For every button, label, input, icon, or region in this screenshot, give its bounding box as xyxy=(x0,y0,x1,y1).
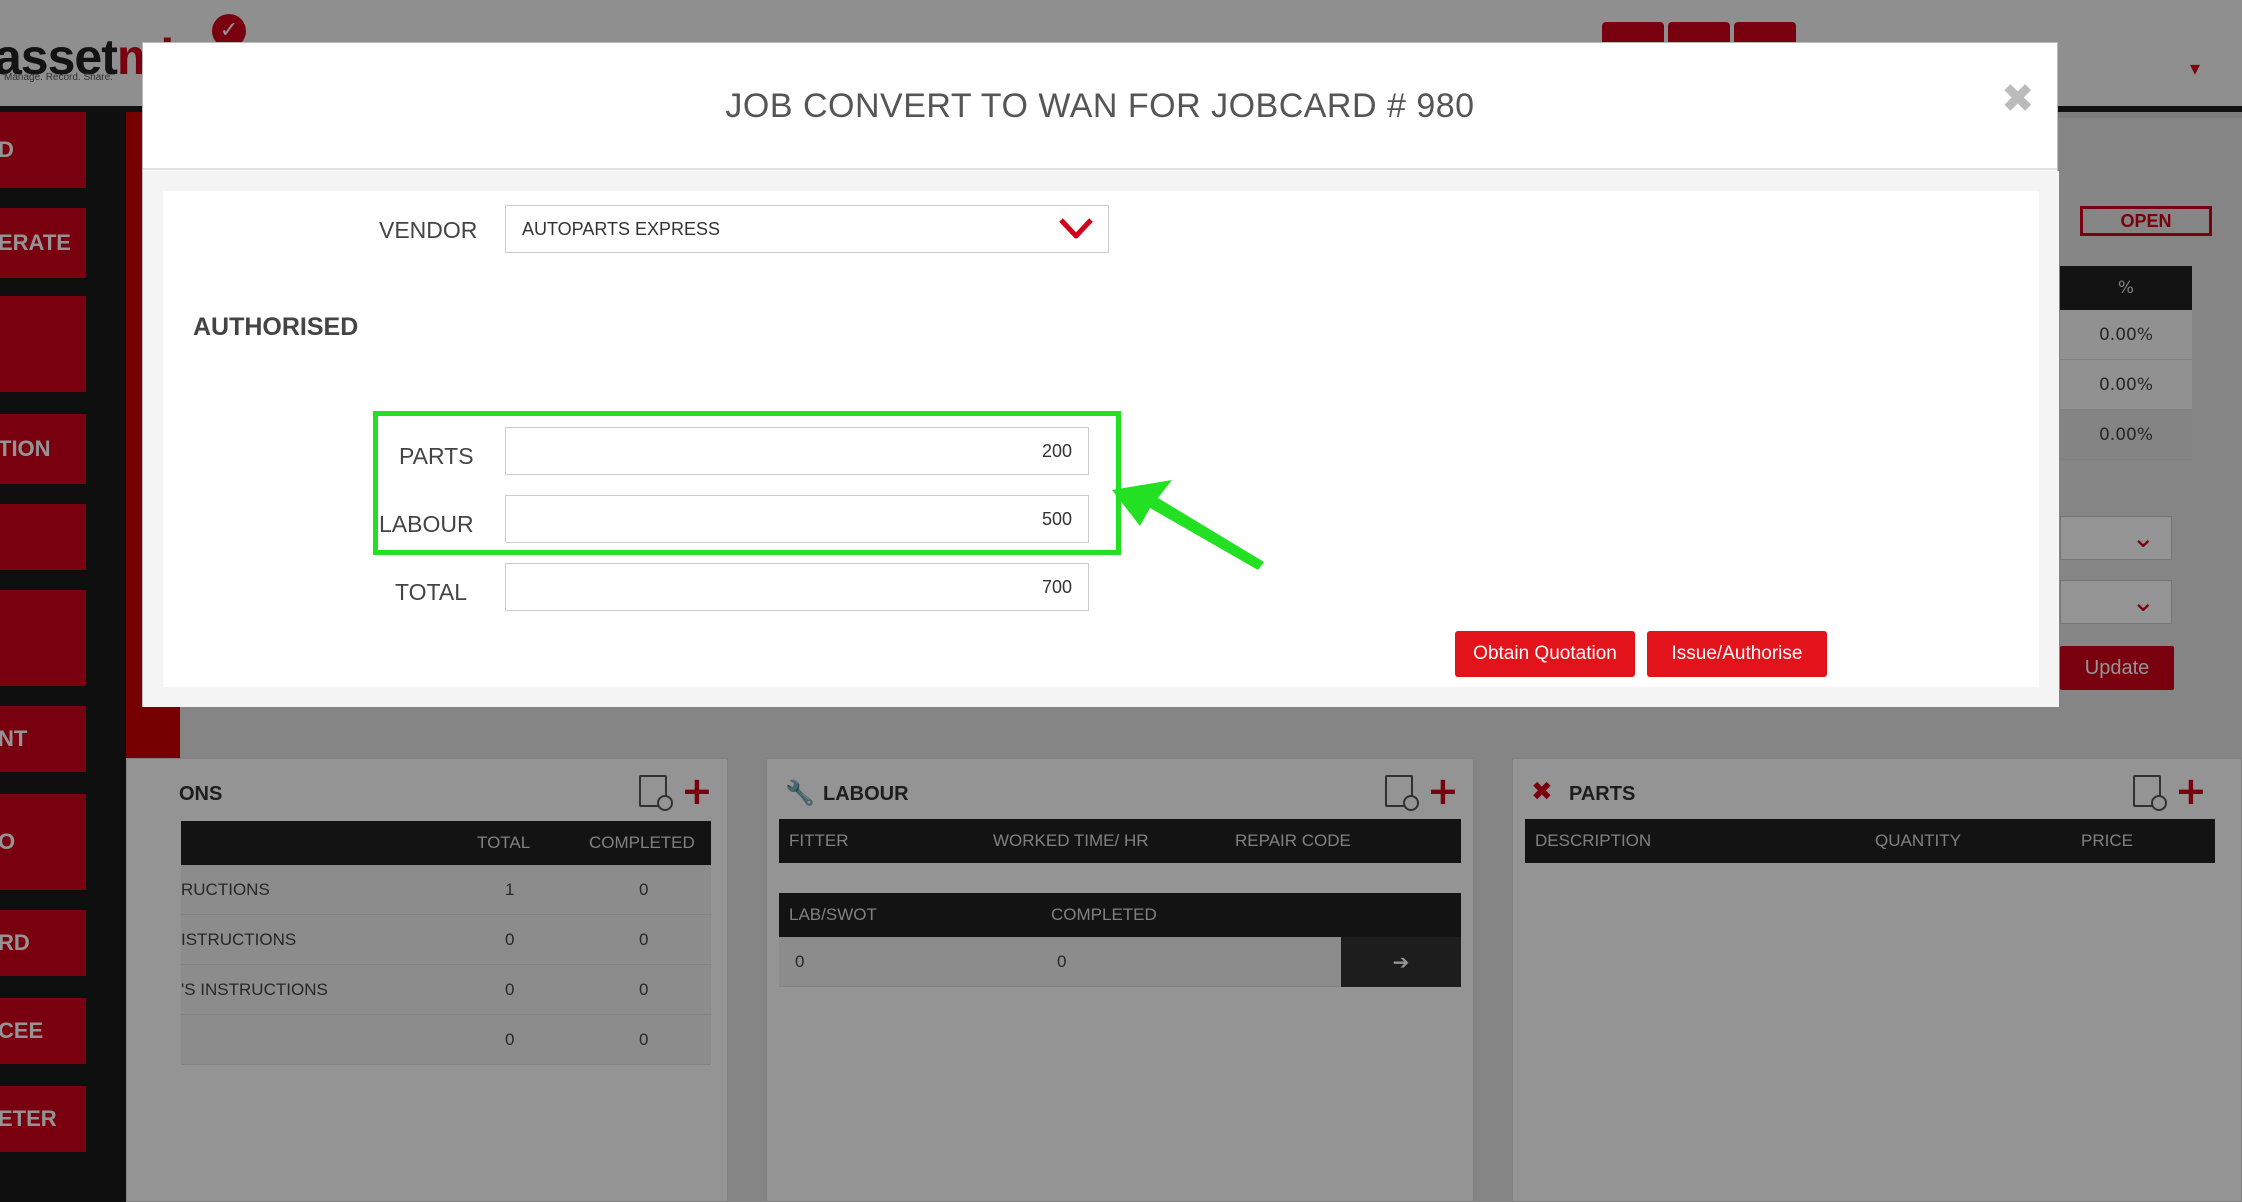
section-title: AUTHORISED xyxy=(193,313,359,341)
modal-body: VENDOR AUTOPARTS EXPRESS AUTHORISED PART… xyxy=(163,191,2039,687)
modal-header: JOB CONVERT TO WAN FOR JOBCARD # 980 ✖ xyxy=(143,43,2057,170)
highlight-annotation xyxy=(373,411,1121,555)
vendor-label: VENDOR xyxy=(379,217,478,243)
arrow-annotation-icon xyxy=(1112,480,1264,570)
modal-title: JOB CONVERT TO WAN FOR JOBCARD # 980 xyxy=(725,87,1475,125)
vendor-value: AUTOPARTS EXPRESS xyxy=(522,219,721,239)
close-icon[interactable]: ✖ xyxy=(2001,79,2035,119)
obtain-quotation-button[interactable]: Obtain Quotation xyxy=(1455,631,1635,677)
convert-to-wan-modal: JOB CONVERT TO WAN FOR JOBCARD # 980 ✖ V… xyxy=(142,42,2058,707)
chevron-down-icon xyxy=(1059,218,1093,239)
vendor-select[interactable]: AUTOPARTS EXPRESS xyxy=(505,205,1109,253)
issue-authorise-button[interactable]: Issue/Authorise xyxy=(1647,631,1827,677)
total-amount-input[interactable]: 700 xyxy=(505,563,1089,611)
total-label: TOTAL xyxy=(395,579,467,605)
